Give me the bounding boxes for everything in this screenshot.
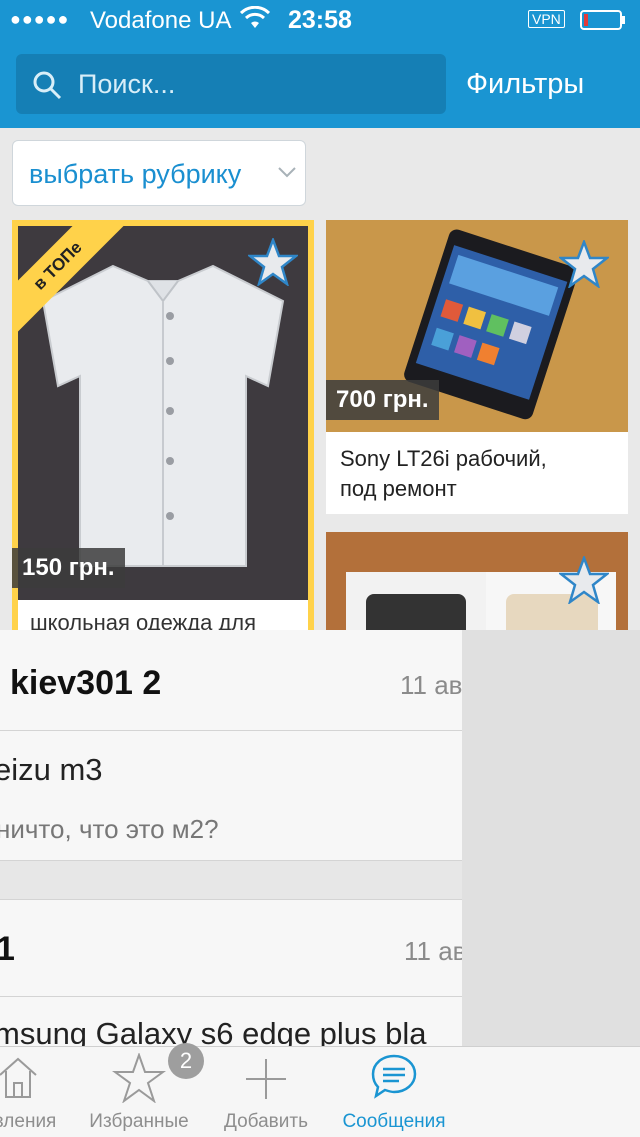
search-box[interactable]	[16, 54, 446, 114]
chevron-down-icon	[278, 167, 296, 178]
tab-bar: вления 2 Избранные Добавить Сообщения	[0, 1043, 640, 1137]
tab-label: Добавить	[224, 1111, 308, 1132]
message-thread[interactable]: kiev301 2 11 ав	[0, 630, 462, 731]
listing-title: Sony LT26i рабочий, под ремонт	[340, 444, 620, 504]
carrier-name: Vodafone UA	[90, 7, 232, 34]
thread-date: 11 ав	[400, 670, 462, 700]
tab-messages[interactable]: Сообщения	[334, 1047, 454, 1137]
home-icon	[0, 1057, 37, 1098]
listing-card[interactable]: 700 грн. Sony LT26i рабочий, под ремонт	[326, 220, 628, 514]
thread-subject: msung Galaxy s6 edge plus bla	[0, 1016, 427, 1046]
favorite-star-icon[interactable]	[559, 240, 609, 288]
thread-date: 11 ав	[404, 936, 462, 966]
tab-label: Сообщения	[342, 1111, 446, 1132]
favorites-badge: 2	[168, 1043, 204, 1079]
thread-user-name: kiev301 2	[10, 664, 162, 702]
vpn-indicator: VPN	[528, 10, 565, 28]
tab-add[interactable]: Добавить	[214, 1047, 318, 1137]
panel-shadow	[462, 630, 640, 1046]
listing-price: 700 грн.	[326, 380, 439, 420]
search-icon	[33, 71, 62, 100]
category-select[interactable]: выбрать рубрику	[12, 140, 306, 206]
signal-strength: ●●●●●	[10, 9, 70, 29]
battery-icon	[580, 10, 625, 30]
listing-title-line: под ремонт	[340, 476, 457, 501]
search-input[interactable]	[78, 54, 438, 114]
listing-title: школьная одежда для	[18, 600, 308, 630]
divider	[0, 860, 462, 900]
listing-title-line: Sony LT26i рабочий,	[340, 446, 547, 471]
filters-button[interactable]: Фильтры	[466, 68, 584, 101]
tab-label: Избранные	[89, 1111, 189, 1132]
thread-last-message: ничто, что это м2?	[0, 814, 219, 844]
top-bar: Фильтры	[0, 40, 640, 128]
clock: 23:58	[288, 6, 352, 34]
message-thread[interactable]: 1 11 ав	[0, 896, 462, 997]
listing-card[interactable]: в ТОПе 150 грн. школьная одежда для	[12, 220, 314, 630]
tab-listings[interactable]: вления	[0, 1047, 70, 1137]
plus-icon	[246, 1059, 286, 1099]
thread-user-name: 1	[0, 930, 15, 968]
messages-panel: kiev301 2 11 ав eizu m3 ничто, что это м…	[0, 630, 462, 1046]
favorite-star-icon[interactable]	[248, 238, 298, 286]
star-icon	[112, 1053, 166, 1103]
category-select-label: выбрать рубрику	[29, 159, 242, 189]
chat-icon	[371, 1054, 417, 1099]
status-bar: ●●●●● Vodafone UA 23:58 VPN	[0, 0, 640, 40]
thread-subject: eizu m3	[0, 752, 103, 787]
wifi-icon	[240, 6, 270, 28]
favorite-star-icon[interactable]	[559, 556, 609, 604]
listings-area: выбрать рубрику в ТОПе 150 грн. школьная…	[0, 128, 640, 630]
tab-favorites[interactable]: 2 Избранные	[80, 1043, 204, 1137]
tab-label: вления	[0, 1111, 57, 1132]
listing-price: 150 грн.	[12, 548, 125, 588]
listing-card[interactable]	[326, 532, 628, 630]
